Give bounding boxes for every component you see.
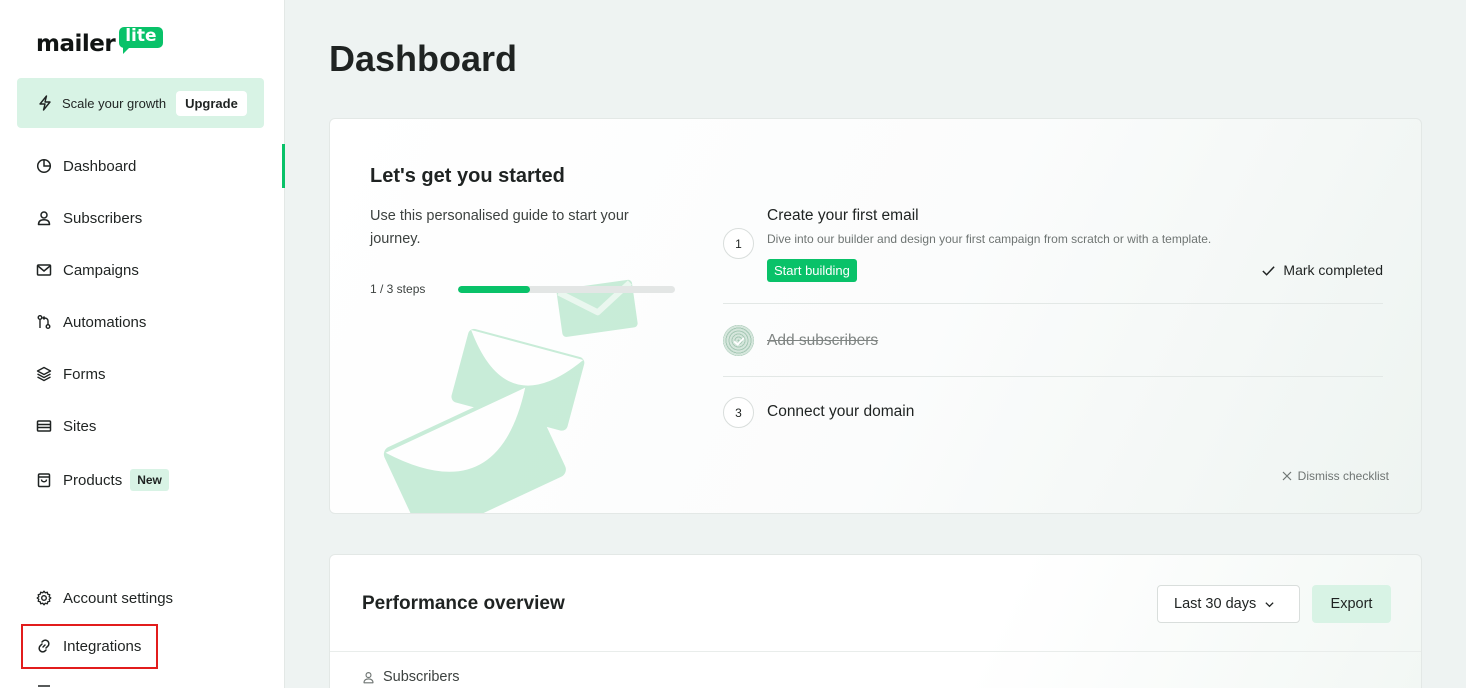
mark-completed-button[interactable]: Mark completed [1261, 262, 1383, 278]
close-icon [1282, 471, 1292, 481]
page-title: Dashboard [329, 38, 518, 79]
sidebar-item-label: Products [63, 471, 123, 489]
step-number: 3 [723, 397, 754, 428]
sidebar-item-account-settings[interactable]: Account settings [0, 578, 285, 618]
progress-text: 1 / 3 steps [370, 282, 426, 296]
sidebar: mailer lite Scale your growth Upgrade Da… [0, 0, 285, 688]
date-range-value: Last 30 days [1174, 596, 1257, 612]
date-range-select[interactable]: Last 30 days [1157, 585, 1300, 623]
sidebar-item-forms[interactable]: Forms [0, 354, 285, 394]
mail-icon [36, 264, 52, 276]
getting-started-description: Use this personalised guide to start you… [370, 208, 629, 247]
start-building-button[interactable]: Start building [767, 259, 857, 282]
performance-title: Performance overview [362, 593, 565, 614]
dismiss-label: Dismiss checklist [1297, 469, 1389, 483]
sidebar-item-label: Subscribers [63, 209, 143, 227]
shopping-bag-icon [37, 473, 51, 488]
step-title: Create your first email [767, 207, 919, 224]
sidebar-item-label: Campaigns [63, 261, 139, 279]
layers-icon [36, 366, 52, 382]
dismiss-checklist-button[interactable]: Dismiss checklist [1282, 469, 1389, 483]
check-icon [1262, 265, 1276, 276]
main-content: Dashboard Let's get you started Use this… [285, 0, 1466, 688]
getting-started-title: Let's get you started [370, 165, 565, 187]
sidebar-item-sites[interactable]: Sites [0, 406, 285, 446]
divider [330, 651, 1421, 652]
chevron-down-icon [1265, 601, 1274, 607]
upgrade-button[interactable]: Upgrade [176, 90, 247, 116]
browser-icon [36, 420, 52, 432]
step-divider [723, 303, 1383, 304]
new-badge: New [130, 469, 169, 491]
step-completed-indicator [723, 325, 754, 356]
export-button[interactable]: Export [1312, 585, 1391, 623]
step-add-subscribers[interactable]: Add subscribers [723, 324, 1383, 358]
mailerlite-logo[interactable]: mailer lite [36, 22, 163, 62]
pie-chart-icon [36, 158, 52, 174]
step-title: Connect your domain [767, 403, 915, 420]
progress-bar [458, 286, 675, 293]
automation-icon [37, 315, 51, 329]
sidebar-item-campaigns[interactable]: Campaigns [0, 250, 285, 290]
check-icon [733, 336, 744, 346]
lightning-icon [39, 95, 51, 111]
performance-overview-card: Performance overview Last 30 days Export… [329, 554, 1422, 688]
step-number: 1 [723, 228, 754, 259]
subscribers-section-header: Subscribers [362, 669, 460, 685]
integrations-highlight [21, 624, 158, 669]
menu-icon [38, 685, 50, 687]
sidebar-item-label: Account settings [63, 589, 174, 607]
subscribers-section-label: Subscribers [383, 669, 460, 685]
logo-word: mailer [36, 31, 116, 57]
sidebar-item-label: Dashboard [63, 157, 137, 175]
step-create-email: 1 Create your first email Dive into our … [723, 201, 1383, 291]
logo-bubble: lite [119, 27, 163, 54]
user-icon [37, 211, 51, 226]
sidebar-item-dashboard[interactable]: Dashboard [0, 144, 285, 188]
step-title: Add subscribers [767, 332, 879, 349]
mark-completed-label: Mark completed [1283, 262, 1383, 278]
getting-started-card: Let's get you started Use this personali… [329, 118, 1422, 514]
sidebar-item-label: Forms [63, 365, 106, 383]
user-icon [363, 671, 374, 683]
sidebar-item-subscribers[interactable]: Subscribers [0, 198, 285, 238]
gear-icon [36, 590, 52, 606]
promo-text: Scale your growth [62, 95, 167, 111]
step-description: Dive into our builder and design your fi… [767, 232, 1212, 246]
step-divider [723, 376, 1383, 377]
sidebar-item-label: Automations [63, 313, 147, 331]
step-connect-domain[interactable]: 3 Connect your domain [723, 396, 1383, 430]
sidebar-item-label: Sites [63, 417, 97, 435]
sidebar-item-products[interactable]: Products New [0, 460, 285, 500]
progress-fill [458, 286, 531, 293]
upgrade-promo: Scale your growth Upgrade [17, 78, 264, 128]
sidebar-item-automations[interactable]: Automations [0, 302, 285, 342]
